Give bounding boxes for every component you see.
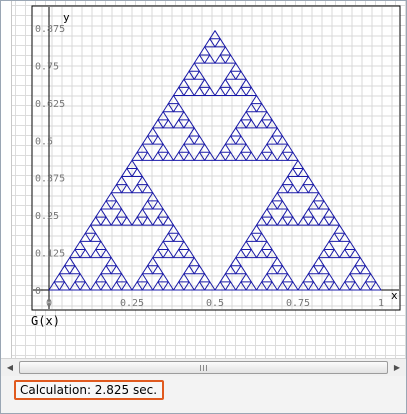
y-tick-label: 0.875 xyxy=(35,24,65,35)
y-axis-label: y xyxy=(63,11,70,24)
x-tick-label: 0.5 xyxy=(206,298,224,309)
x-tick-label: 0.25 xyxy=(120,298,144,309)
thumb-grip xyxy=(200,364,201,371)
thumb-grip xyxy=(203,364,204,371)
scroll-left-icon[interactable]: ◀ xyxy=(2,360,18,375)
worksheet-canvas[interactable]: 0 0.125 0.25 0.375 0.5 0.625 0.75 0.875 0 0.25 0.5… xyxy=(1,1,406,358)
y-tick-label: 0.625 xyxy=(35,99,65,110)
y-tick-label: 0.25 xyxy=(35,211,59,222)
x-axis-label: x xyxy=(391,289,398,302)
x-tick-label: 1 xyxy=(378,298,384,309)
calculation-time-status: Calculation: 2.825 sec. xyxy=(14,380,165,400)
scrollbar-thumb[interactable] xyxy=(19,361,388,374)
scroll-right-icon[interactable]: ▶ xyxy=(389,360,405,375)
graph-region[interactable]: 0 0.125 0.25 0.375 0.5 0.625 0.75 0.875 0 0.25 0.5… xyxy=(1,1,406,358)
function-name-label[interactable]: G(x) xyxy=(31,314,60,328)
y-tick-label: 0.75 xyxy=(35,61,59,72)
horizontal-scrollbar[interactable]: ◀ ▶ xyxy=(1,358,406,377)
x-tick-label: 0 xyxy=(46,298,52,309)
function-close-paren: ) xyxy=(52,314,60,328)
y-tick-label: 0.125 xyxy=(35,249,65,260)
x-tick-label: 0.75 xyxy=(286,298,310,309)
y-tick-label: 0 xyxy=(35,286,41,297)
y-tick-label: 0.375 xyxy=(35,174,65,185)
y-tick-label: 0.5 xyxy=(35,136,53,147)
thumb-grip xyxy=(206,364,207,371)
worksheet-window: 0 0.125 0.25 0.375 0.5 0.625 0.75 0.875 0 0.25 0.5… xyxy=(0,0,407,414)
function-argument: x xyxy=(45,314,53,328)
